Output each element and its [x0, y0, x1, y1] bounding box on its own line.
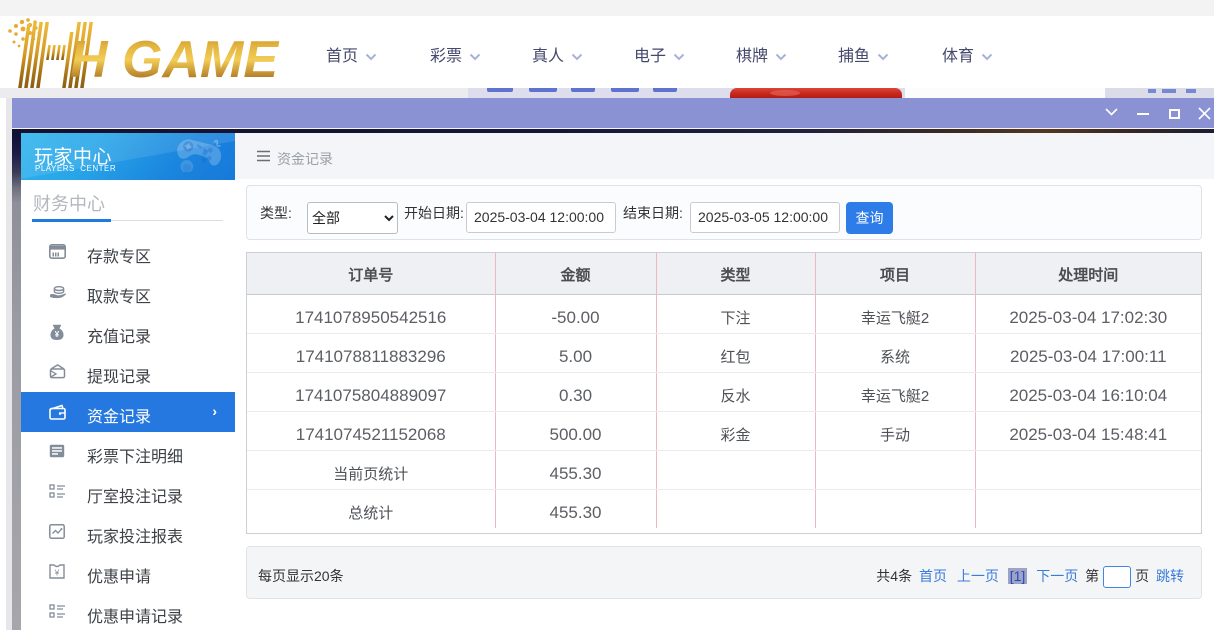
svg-text:¥: ¥ — [55, 330, 60, 339]
svg-text:¥: ¥ — [54, 568, 60, 578]
svg-text:H GAME: H GAME — [70, 31, 279, 89]
